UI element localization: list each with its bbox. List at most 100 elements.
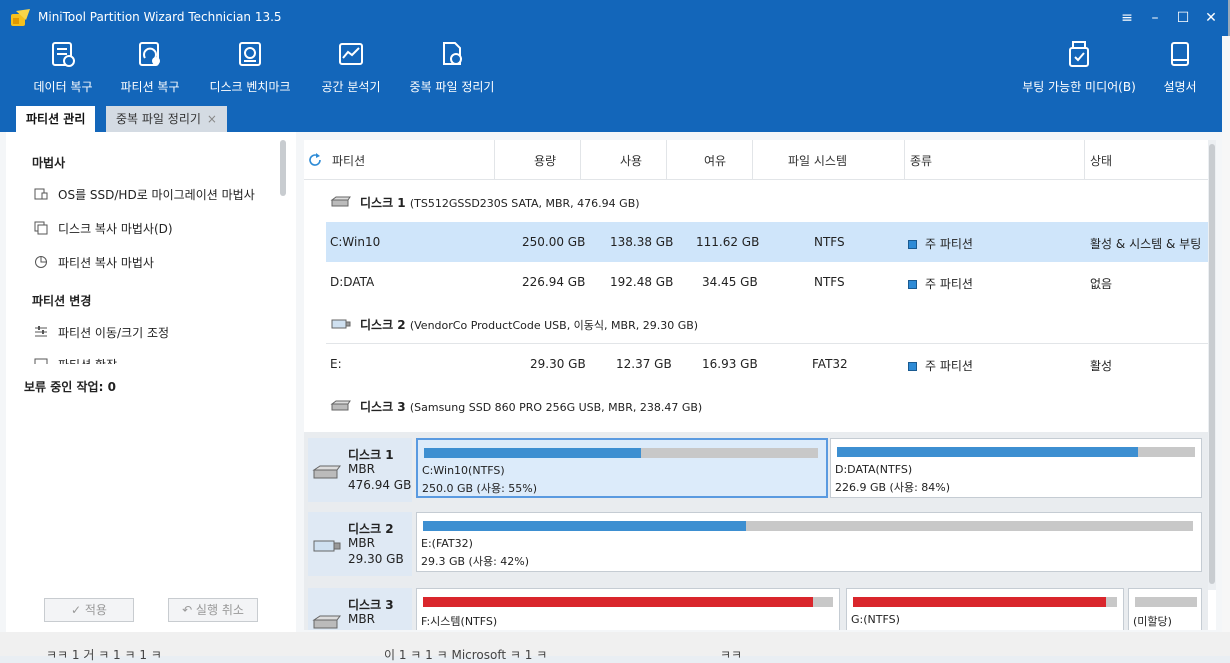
title-bar: MiniTool Partition Wizard Technician 13.… [0,0,1228,36]
partition-used: 12.37 GB [616,357,672,371]
manual-button[interactable]: 설명서 [1156,38,1204,98]
column-header-status[interactable]: 상태 [1090,152,1112,169]
tab-partition-management[interactable]: 파티션 관리 [16,106,96,132]
disk-info: (VendorCo ProductCode USB, 이동식, MBR, 29.… [409,319,699,332]
table-row[interactable]: E: 29.30 GB 12.37 GB 16.93 GB FAT32 주 파티… [326,344,1208,384]
usage-bar [423,597,833,607]
column-header-type[interactable]: 종류 [910,152,932,169]
duplicate-file-cleaner-button[interactable]: 중복 파일 정리기 [402,38,502,98]
usage-bar [853,597,1117,607]
tab-bar: 파티션 관리 중복 파일 정리기 × [0,100,1228,132]
partition-block[interactable]: E:(FAT32) 29.3 GB (사용: 42%) [416,512,1202,572]
disk-map-style: MBR [348,536,375,550]
hard-disk-icon [330,196,351,207]
disk-name: 디스크 2 (VendorCo ProductCode USB, 이동식, MB… [360,318,699,332]
duplicate-file-cleaner-label: 중복 파일 정리기 [409,80,495,94]
table-scrollbar[interactable] [1208,140,1216,590]
sidebar-scrollbar[interactable] [280,140,286,196]
disk-header-row[interactable]: 디스크 2 (VendorCo ProductCode USB, 이동식, MB… [326,304,1208,344]
disk-name: 디스크 1 (TS512GSSD230S SATA, MBR, 476.94 G… [360,196,640,210]
apply-button[interactable]: ✓ 적용 [44,598,134,622]
partition-status: 없음 [1090,277,1113,291]
menu-icon[interactable]: ≡ [1116,8,1138,28]
disk-map-name: 디스크 2 [348,522,394,536]
sidebar-item-copy-disk[interactable]: 디스크 복사 마법사(D) [58,220,173,237]
disk-map-row[interactable]: 디스크 1 MBR 476.94 GB C:Win10(NTFS) 250.0 … [308,438,1202,502]
scrollbar-thumb[interactable] [1209,144,1215,584]
tab-duplicate-file-cleaner-label: 중복 파일 정리기 [116,112,201,126]
close-button[interactable]: ✕ [1200,8,1222,28]
partition-name: D:DATA [330,275,375,289]
sidebar-item-move-resize[interactable]: 파티션 이동/크기 조정 [58,324,169,341]
column-header-capacity[interactable]: 용량 [534,152,556,169]
partition-recovery-button[interactable]: 파티션 복구 [112,38,188,98]
hard-disk-icon [312,615,341,629]
disk-map-size: 29.30 GB [348,552,404,566]
usage-fill [853,597,1107,607]
minimize-button[interactable]: – [1144,8,1166,28]
extend-partition-icon [34,358,48,364]
usage-fill [423,521,747,531]
partition-block-info: 250.0 GB (사용: 55%) [422,482,538,495]
partition-filesystem: NTFS [814,275,845,289]
partition-type: 주 파티션 [908,357,973,374]
manual-label: 설명서 [1163,80,1197,94]
data-recovery-label: 데이터 복구 [33,80,93,94]
bootable-media-button[interactable]: 부팅 가능한 미디어(B) [1016,38,1142,98]
column-header-filesystem[interactable]: 파일 시스템 [788,152,847,169]
partition-type: 주 파티션 [908,275,973,292]
disk-header-row[interactable]: 디스크 1 (TS512GSSD230S SATA, MBR, 476.94 G… [326,182,1208,222]
disk-map-label[interactable]: 디스크 2 MBR 29.30 GB [308,512,412,576]
partition-type: 주 파티션 [908,235,973,252]
partition-block-label: (미할당) [1133,615,1172,628]
hard-disk-icon [312,465,341,479]
move-resize-icon [35,326,47,337]
background-window-strip [0,632,1230,656]
space-analyzer-button[interactable]: 공간 분석기 [314,38,388,98]
disk-map-style: MBR [348,612,375,626]
partition-capacity: 29.30 GB [530,357,586,371]
table-row[interactable]: D:DATA 226.94 GB 192.48 GB 34.45 GB NTFS… [326,262,1208,302]
disk-map-label[interactable]: 디스크 3 MBR [308,588,412,630]
undo-button[interactable]: ↶ 실행 취소 [168,598,258,622]
refresh-icon[interactable] [308,153,322,167]
column-header-free[interactable]: 여유 [704,152,726,169]
sidebar-item-migrate-os[interactable]: OS를 SSD/HD로 마이그레이션 마법사 [58,186,255,203]
disk-map-size: 476.94 GB [348,478,412,492]
maximize-button[interactable]: ☐ [1172,8,1194,28]
partition-recovery-icon [139,42,160,66]
sidebar-item-extend-partition[interactable]: 파티션 확장 [58,356,117,364]
sidebar-item-copy-partition[interactable]: 파티션 복사 마법사 [58,254,154,271]
disk-map-row[interactable]: 디스크 3 MBR F:시스템(NTFS) G:(NTFS) (미할당) [308,588,1202,630]
usb-disk-icon [331,319,351,329]
partition-block[interactable]: G:(NTFS) [846,588,1124,630]
table-row[interactable]: C:Win10 250.00 GB 138.38 GB 111.62 GB NT… [326,222,1208,262]
partition-name: C:Win10 [330,235,381,249]
partition-block[interactable]: (미할당) [1128,588,1202,630]
disk-map-label[interactable]: 디스크 1 MBR 476.94 GB [308,438,412,502]
data-recovery-button[interactable]: 데이터 복구 [26,38,100,98]
disk-benchmark-button[interactable]: 디스크 벤치마크 [202,38,298,98]
partition-block[interactable]: D:DATA(NTFS) 226.9 GB (사용: 84%) [830,438,1202,498]
disk-map: 디스크 1 MBR 476.94 GB C:Win10(NTFS) 250.0 … [304,432,1208,630]
usage-bar [1135,597,1197,607]
partition-block-info: 226.9 GB (사용: 84%) [835,481,951,494]
partition-block[interactable]: C:Win10(NTFS) 250.0 GB (사용: 55%) [416,438,828,498]
column-header-used[interactable]: 사용 [620,152,642,169]
pending-operations: 보류 중인 작업: 0 [24,380,116,394]
partition-filesystem: FAT32 [812,357,848,371]
partition-status: 활성 [1090,359,1113,373]
disk-map-style: MBR [348,462,375,476]
tab-duplicate-file-cleaner[interactable]: 중복 파일 정리기 × [106,106,227,132]
disk-header-row[interactable]: 디스크 3 (Samsung SSD 860 PRO 256G USB, MBR… [326,386,1208,426]
bootable-media-icon [1069,41,1089,67]
column-header-partition[interactable]: 파티션 [332,152,365,169]
tab-close-icon[interactable]: × [207,112,217,126]
disk-benchmark-label: 디스크 벤치마크 [209,80,291,94]
copy-disk-icon [34,221,48,235]
manual-icon [1171,42,1189,66]
partition-block[interactable]: F:시스템(NTFS) [416,588,840,630]
disk-map-row[interactable]: 디스크 2 MBR 29.30 GB E:(FAT32) 29.3 GB (사용… [308,512,1202,576]
usage-fill [423,597,813,607]
primary-partition-icon [908,362,917,371]
